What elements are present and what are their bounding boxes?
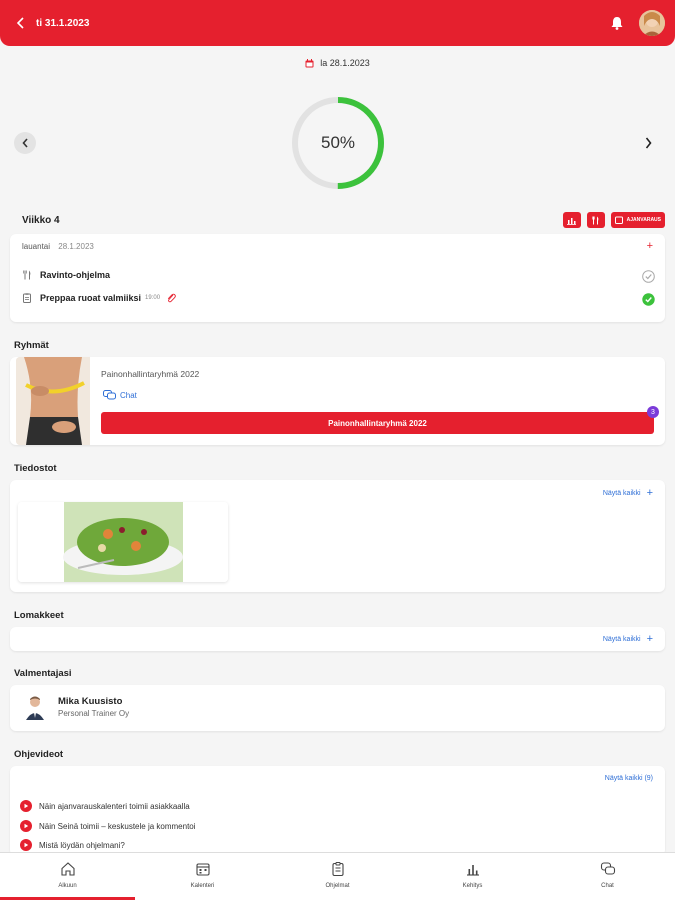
nav-progress-label: Kehitys [462,883,483,889]
chat-icon [600,862,615,875]
nutrition-button[interactable] [586,212,605,228]
files-section-title: Tiedostot [14,463,57,474]
appointment-button[interactable]: AJANVARAUS [610,212,665,228]
next-day-button[interactable] [641,135,655,151]
cutlery-icon [592,216,599,224]
nav-programs[interactable]: Ohjelmat [270,853,405,900]
statistics-button[interactable] [562,212,581,228]
play-icon [20,800,32,812]
appointment-button-label: AJANVARAUS [626,217,661,223]
files-show-all-label: Näytä kaikki [602,489,641,497]
coach-name: Mika Kuusisto [58,696,123,707]
bell-icon[interactable] [609,15,625,31]
forms-section-title: Lomakkeet [14,610,64,621]
coach-card[interactable]: Mika Kuusisto Personal Trainer Oy [10,685,665,731]
forms-show-all-link[interactable]: Näytä kaikki + [603,633,653,645]
progress-ring: 50% [291,96,385,190]
header-date-title: ti 31.1.2023 [36,17,90,29]
task-label: Ravinto-ohjelma [40,270,111,280]
nav-chat-label: Chat [601,883,614,889]
clipboard-icon [331,862,344,877]
selected-date[interactable]: la 28.1.2023 [0,58,675,68]
group-card: Painonhallintaryhmä 2022 Chat Painonhall… [10,357,665,445]
video-item[interactable]: Mistä löydän ohjelmani? [20,839,125,851]
video-title: Näin Seinä toimii – keskustele ja kommen… [39,821,196,831]
group-chat-link[interactable]: Chat [103,390,137,400]
bottom-navigation: Alkuun Kalenteri Ohjelmat Kehitys Chat [0,852,675,900]
coaches-section-title: Valmentajasi [14,668,72,679]
calendar-icon [614,216,623,224]
home-icon [60,862,75,876]
day-card: lauantai 28.1.2023 + Ravinto-ohjelma Pre… [10,234,665,322]
previous-day-button[interactable] [14,132,36,154]
plus-icon: + [646,633,653,645]
files-card: Näytä kaikki + [10,480,665,592]
selected-date-label: la 28.1.2023 [320,58,370,68]
nav-chat[interactable]: Chat [540,853,675,900]
top-bar: ti 31.1.2023 [0,0,675,46]
files-show-all-link[interactable]: Näytä kaikki + [603,487,653,499]
coach-avatar [24,694,46,720]
video-item[interactable]: Näin ajanvarauskalenteri toimii asiakkaa… [20,800,190,812]
forms-card: Näytä kaikki + [10,627,665,651]
videos-show-all-link[interactable]: Näytä kaikki (9) [605,775,653,782]
bar-chart-icon [567,217,577,225]
video-title: Mistä löydän ohjelmani? [39,840,125,850]
nav-progress[interactable]: Kehitys [405,853,540,900]
day-date: 28.1.2023 [58,242,94,251]
video-item[interactable]: Näin Seinä toimii – keskustele ja kommen… [20,820,196,832]
chart-icon [466,865,479,876]
task-item[interactable]: Preppaa ruoat valmiiksi 19:00 [22,293,176,303]
paperclip-icon [167,293,176,303]
videos-show-all-label: Näytä kaikki (9) [604,775,653,782]
videos-section-title: Ohjevideot [14,749,64,760]
nav-programs-label: Ohjelmat [325,883,350,889]
progress-label: 50% [320,133,356,152]
plus-icon: + [646,487,653,499]
group-image [16,357,90,445]
group-notification-badge: 3 [647,406,659,418]
task-time: 19:00 [145,295,161,301]
cutlery-icon [23,270,31,280]
forms-show-all-label: Näytä kaikki [602,635,641,643]
day-weekday: lauantai [22,242,51,251]
add-task-icon[interactable]: + [647,240,653,252]
day-heading: lauantai 28.1.2023 [22,242,94,251]
group-chat-label: Chat [120,390,137,400]
nav-home[interactable]: Alkuun [0,853,135,900]
group-name: Painonhallintaryhmä 2022 [101,369,200,379]
file-thumbnail[interactable] [18,502,228,582]
group-open-button[interactable]: Painonhallintaryhmä 2022 [101,412,654,434]
play-icon [20,820,32,832]
coach-company: Personal Trainer Oy [58,709,130,718]
back-icon[interactable] [14,16,28,30]
videos-card: Näytä kaikki (9) Näin ajanvarauskalenter… [10,766,665,856]
chevron-right-icon [645,137,652,149]
check-circle-outline-icon[interactable] [642,270,655,283]
nav-calendar[interactable]: Kalenteri [135,853,270,900]
chevron-left-icon [21,138,28,148]
chat-icon [103,390,116,400]
nav-calendar-label: Kalenteri [190,883,215,889]
clipboard-icon [23,293,31,303]
nav-home-label: Alkuun [58,883,77,889]
week-row: Viikko 4 AJANVARAUS [10,211,665,229]
check-circle-filled-icon[interactable] [642,293,655,306]
video-title: Näin ajanvarauskalenteri toimii asiakkaa… [39,801,190,811]
calendar-icon [305,58,314,67]
user-avatar[interactable] [639,10,665,36]
task-item[interactable]: Ravinto-ohjelma [22,270,110,280]
week-title: Viikko 4 [22,214,60,226]
groups-section-title: Ryhmät [14,340,49,351]
task-label: Preppaa ruoat valmiiksi [40,293,142,303]
play-icon [20,839,32,851]
calendar-icon [195,863,210,876]
